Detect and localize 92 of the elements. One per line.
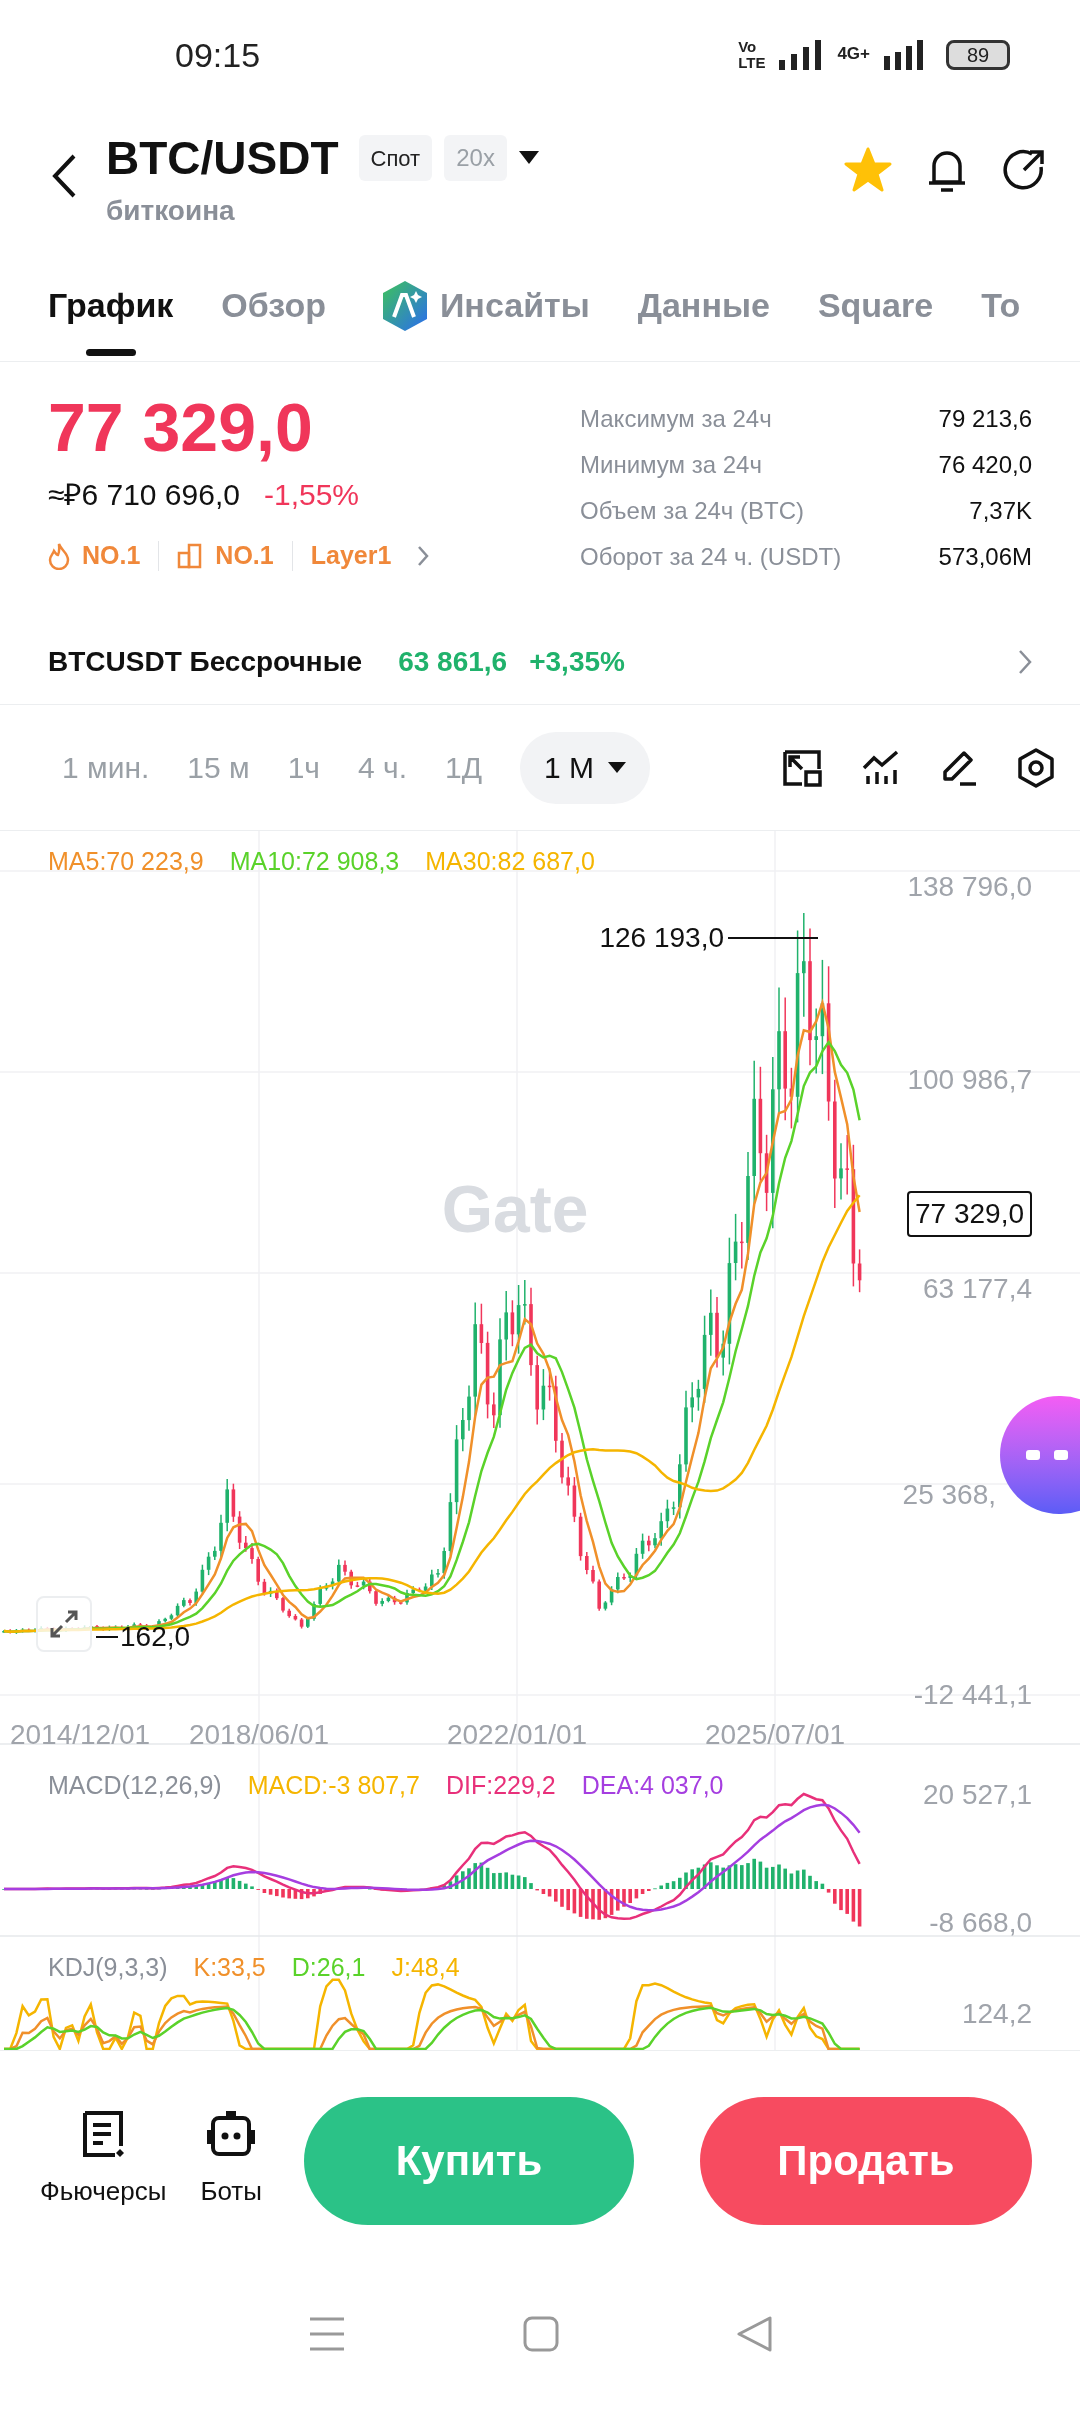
indicator-legend: MACD(12,26,9) (48, 1773, 222, 1798)
pencil-icon[interactable] (940, 748, 978, 787)
current-price-tag: 77 329,0 (907, 1191, 1032, 1237)
timeframe-tab[interactable]: 4 ч. (358, 731, 407, 804)
perpetual-change: +3,35% (529, 645, 625, 679)
indicator-legend: DIF:229,2 (445, 1773, 556, 1798)
stat-value: 7,37K (969, 496, 1032, 526)
fiat-price: ≈₽6 710 696,0 (48, 477, 240, 513)
tab[interactable]: Square (817, 250, 934, 361)
document-icon (81, 2110, 126, 2158)
tag-link[interactable]: NO.1 (177, 537, 274, 575)
leader-line (95, 1636, 119, 1638)
axis-label: -12 441,1 (913, 1681, 1032, 1709)
pair-title: BTC/USDT (106, 131, 339, 186)
tab[interactable]: Обзор (221, 250, 326, 361)
indicator-legend: J:48,4 (391, 1955, 460, 1980)
axis-label: 63 177,4 (923, 1275, 1032, 1303)
eyes-icon (1026, 1450, 1068, 1460)
shortcut-button[interactable]: Фьючерсы (40, 2110, 167, 2211)
last-price: 77 329,0 (48, 388, 314, 466)
axis-label: 25 368, (902, 1481, 996, 1509)
indicator-legend: MA5:70 223,9 (48, 849, 204, 874)
tag-link[interactable]: NO.1 (48, 537, 141, 575)
low-price-label: 162,0 (120, 1623, 191, 1651)
leverage-badge: 20x (444, 135, 507, 181)
perpetual-name: BTCUSDT Бессрочные (48, 645, 363, 679)
timeframe-tab[interactable]: 15 м (187, 731, 250, 804)
high-price-label: 126 193,0 (599, 924, 724, 952)
buy-button[interactable]: Купить (303, 2096, 634, 2225)
stat-value: 573,06M (938, 542, 1032, 572)
axis-label: 2014/12/01 (9, 1721, 151, 1749)
status-time: 09:15 (175, 34, 261, 76)
price-change: -1,55% (263, 477, 359, 513)
indicator-legend: MA10:72 908,3 (229, 849, 400, 874)
stat-label: Минимум за 24ч (580, 450, 762, 480)
indicator-legend: K:33,5 (193, 1955, 266, 1980)
axis-label: 2022/01/01 (446, 1721, 588, 1749)
caret-icon[interactable] (518, 151, 539, 165)
timeframe-tab[interactable]: 1Д (444, 731, 482, 804)
indicator-legend: KDJ(9,3,3) (48, 1955, 168, 1980)
stat-label: Максимум за 24ч (580, 404, 772, 434)
tab[interactable]: Инсайты (379, 250, 590, 361)
signal-icon (884, 40, 924, 70)
blocks-icon (177, 542, 204, 569)
indicator-icon[interactable] (862, 749, 900, 786)
menu-icon[interactable] (308, 2315, 347, 2353)
network-label: 4G+ (837, 43, 870, 65)
indicator-legend: MACD:-3 807,7 (247, 1773, 420, 1798)
perpetual-price: 63 861,6 (398, 645, 508, 679)
perpetual-row[interactable]: BTCUSDT Бессрочные 63 861,6 +3,35% (0, 620, 1080, 705)
sell-button[interactable]: Продать (700, 2096, 1032, 2225)
flame-icon (48, 541, 70, 570)
home-icon[interactable] (523, 2316, 559, 2352)
axis-label: 138 796,0 (907, 873, 1032, 901)
expand-button[interactable] (36, 1596, 92, 1652)
timeframe-tab[interactable]: 1 М (520, 731, 650, 804)
expand-icon (49, 1609, 79, 1639)
axis-label: 2025/07/01 (704, 1721, 846, 1749)
tab[interactable]: To (981, 250, 1021, 361)
battery-indicator: 89 (946, 40, 1010, 70)
volte-indicator: Vo LTE (738, 39, 766, 71)
robot-icon (206, 2110, 257, 2158)
indicator-legend: MA30:82 687,0 (425, 849, 595, 874)
stat-label: Объем за 24ч (BTC) (580, 496, 804, 526)
chevron-icon (417, 544, 430, 567)
indicator-legend: DEA:4 037,0 (581, 1773, 724, 1798)
tab[interactable]: График (48, 250, 174, 361)
tag-link[interactable]: Layer1 (310, 537, 430, 575)
fullscreen-icon[interactable] (782, 748, 822, 787)
signal-icon (779, 40, 824, 70)
indicator-legend: D:26,1 (291, 1955, 366, 1980)
axis-label: 2018/06/01 (188, 1721, 330, 1749)
pair-subtitle: биткоина (106, 194, 236, 228)
axis-label: 20 527,1 (923, 1781, 1032, 1809)
back-icon[interactable] (735, 2316, 772, 2352)
tab[interactable]: Данные (637, 250, 770, 361)
caret-icon (608, 761, 626, 774)
shortcut-button[interactable]: Боты (200, 2110, 262, 2211)
timeframe-tab[interactable]: 1ч (287, 731, 320, 804)
market-badge: Спот (358, 135, 433, 181)
stat-value: 76 420,0 (938, 450, 1032, 480)
share-icon[interactable] (1002, 148, 1046, 192)
star-icon[interactable] (844, 147, 892, 193)
chevron-icon (1018, 649, 1032, 675)
axis-label: 100 986,7 (907, 1066, 1032, 1094)
axis-label: 124,2 (961, 2000, 1032, 2028)
back-icon (51, 153, 77, 199)
stat-label: Оборот за 24 ч. (USDT) (580, 542, 842, 572)
axis-label: -8 668,0 (929, 1909, 1032, 1937)
timeframe-tab[interactable]: 1 мин. (62, 731, 150, 804)
stat-value: 79 213,6 (938, 404, 1032, 434)
settings-icon[interactable] (1018, 747, 1054, 788)
